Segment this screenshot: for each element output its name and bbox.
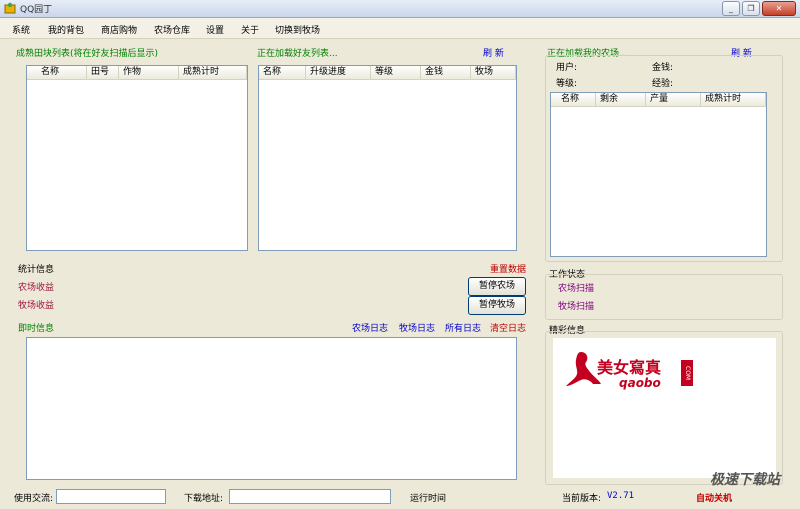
user-label: 用户: xyxy=(556,63,578,73)
ranch-income-label: 牧场收益 xyxy=(18,301,55,311)
col-level[interactable]: 等级 xyxy=(371,66,421,79)
friend-list[interactable]: 名称 升级进度 等级 金钱 牧场 xyxy=(258,65,517,251)
log-title: 即时信息 xyxy=(18,324,55,334)
ad-site-name: qaobo xyxy=(619,376,661,390)
col-remaining[interactable]: 剩余 xyxy=(596,93,646,106)
download-field[interactable] xyxy=(229,489,391,504)
col-name[interactable]: 名称 xyxy=(259,66,306,79)
menu-switch-ranch[interactable]: 切换到牧场 xyxy=(275,23,320,36)
stats-title: 统计信息 xyxy=(18,265,55,275)
mature-list-title: 成熟田块列表(将在好友扫描后显示) xyxy=(16,49,159,59)
col-money[interactable]: 金钱 xyxy=(421,66,471,79)
ad-headline: 美女寫真 xyxy=(597,358,662,377)
col-name[interactable]: 名称 xyxy=(551,93,596,106)
menu-bar: 系统 我的背包 商店购物 农场仓库 设置 关于 切换到牧场 xyxy=(0,18,800,39)
minimize-button[interactable]: _ xyxy=(722,1,740,16)
exchange-field[interactable] xyxy=(56,489,166,504)
friend-list-title: 正在加载好友列表... xyxy=(257,49,338,59)
menu-backpack[interactable]: 我的背包 xyxy=(48,23,84,36)
farm-log-link[interactable]: 农场日志 xyxy=(352,321,388,334)
level-label: 等级: xyxy=(556,79,578,89)
col-yield[interactable]: 产量 xyxy=(646,93,701,106)
menu-warehouse[interactable]: 农场仓库 xyxy=(154,23,190,36)
title-bar: QQ园丁 _ ❐ ✕ xyxy=(0,0,800,18)
all-log-link[interactable]: 所有日志 xyxy=(445,321,481,334)
farm-scan-status: 农场扫描 xyxy=(558,284,595,294)
money-label: 金钱: xyxy=(652,63,674,73)
pause-farm-button[interactable]: 暂停农场 xyxy=(468,277,526,296)
version-value: V2.71 xyxy=(607,491,635,501)
ranch-log-link[interactable]: 牧场日志 xyxy=(399,321,435,334)
auto-shutdown-link[interactable]: 自动关机 xyxy=(696,491,732,504)
mature-list-header: 名称 田号 作物 成熟计时 xyxy=(27,66,247,80)
refresh-friends-link[interactable]: 刷 新 xyxy=(483,46,504,59)
log-textarea[interactable] xyxy=(26,337,517,480)
app-logo-icon xyxy=(4,2,16,14)
my-field-list[interactable]: 名称 剩余 产量 成熟计时 xyxy=(550,92,767,257)
col-mature-timer[interactable]: 成熟计时 xyxy=(179,66,247,79)
close-button[interactable]: ✕ xyxy=(762,1,796,16)
restore-button[interactable]: ❐ xyxy=(742,1,760,16)
menu-system[interactable]: 系统 xyxy=(12,23,30,36)
ad-banner[interactable]: 美女寫真 qaobo COM xyxy=(553,338,776,478)
farm-income-label: 农场收益 xyxy=(18,283,55,293)
col-name[interactable]: 名称 xyxy=(27,66,87,79)
menu-about[interactable]: 关于 xyxy=(241,23,259,36)
watermark-text: 极速下载站 xyxy=(710,472,780,488)
clear-log-link[interactable]: 清空日志 xyxy=(490,321,526,334)
ranch-scan-status: 牧场扫描 xyxy=(558,302,595,312)
runtime-label: 运行时间 xyxy=(410,494,447,504)
col-crop[interactable]: 作物 xyxy=(119,66,179,79)
my-field-list-header: 名称 剩余 产量 成熟计时 xyxy=(551,93,766,107)
exp-label: 经验: xyxy=(652,79,674,89)
col-upgrade-progress[interactable]: 升级进度 xyxy=(306,66,371,79)
col-field-no[interactable]: 田号 xyxy=(87,66,119,79)
version-label: 当前版本: xyxy=(562,494,602,504)
ad-com-badge: COM xyxy=(681,360,693,386)
window-title: QQ园丁 xyxy=(20,5,53,15)
col-ranch[interactable]: 牧场 xyxy=(471,66,516,79)
reset-data-link[interactable]: 重置数据 xyxy=(490,262,526,275)
col-mature-timer[interactable]: 成熟计时 xyxy=(701,93,766,106)
pause-ranch-button[interactable]: 暂停牧场 xyxy=(468,296,526,315)
download-label: 下载地址: xyxy=(184,494,224,504)
exchange-label: 使用交流: xyxy=(14,494,54,504)
menu-shop[interactable]: 商店购物 xyxy=(101,23,137,36)
mature-field-list[interactable]: 名称 田号 作物 成熟计时 xyxy=(26,65,248,251)
friend-list-header: 名称 升级进度 等级 金钱 牧场 xyxy=(259,66,516,80)
app-window: QQ园丁 _ ❐ ✕ 系统 我的背包 商店购物 农场仓库 设置 关于 切换到牧场… xyxy=(0,0,800,509)
menu-settings[interactable]: 设置 xyxy=(206,23,224,36)
